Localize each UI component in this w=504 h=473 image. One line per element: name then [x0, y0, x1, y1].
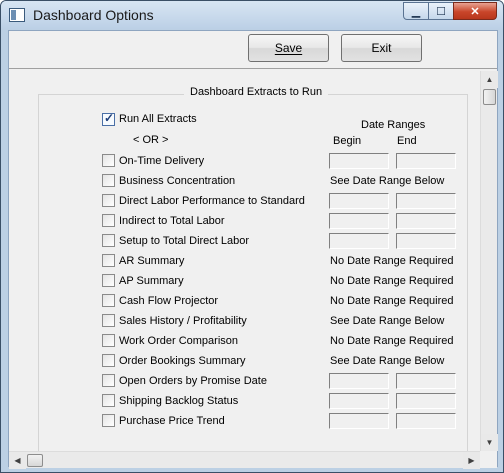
scroll-left-icon[interactable]: ◀ — [9, 452, 26, 469]
vertical-scrollbar[interactable]: ▲ ▼ — [480, 71, 498, 451]
exit-button[interactable]: Exit — [341, 34, 422, 62]
extract-label: Business Concentration — [119, 175, 236, 187]
toolbar-divider — [9, 68, 497, 69]
horizontal-scrollbar[interactable]: ◀ ▶ — [9, 451, 480, 469]
extract-checkbox[interactable] — [102, 174, 115, 187]
extract-checkbox[interactable] — [102, 394, 115, 407]
end-date-field[interactable] — [396, 413, 456, 429]
end-date-field[interactable] — [396, 373, 456, 389]
begin-date-field[interactable] — [329, 153, 389, 169]
extract-label: AP Summary — [119, 275, 184, 287]
extract-label: On-Time Delivery — [119, 155, 205, 167]
extract-checkbox[interactable] — [102, 154, 115, 167]
extract-label: Order Bookings Summary — [119, 355, 246, 367]
end-column-label: End — [397, 135, 417, 147]
client-area: Save Exit Dashboard Extracts to Run Run … — [8, 30, 498, 469]
scroll-up-icon[interactable]: ▲ — [481, 71, 498, 88]
scroll-corner — [480, 451, 497, 468]
vertical-scroll-thumb[interactable] — [483, 89, 496, 105]
extract-label: Sales History / Profitability — [119, 315, 247, 327]
extract-label: Work Order Comparison — [119, 335, 238, 347]
window-title: Dashboard Options — [33, 7, 154, 23]
or-separator: < OR > — [133, 134, 169, 146]
extract-checkbox[interactable] — [102, 234, 115, 247]
end-date-field[interactable] — [396, 193, 456, 209]
scroll-right-icon[interactable]: ▶ — [463, 452, 480, 469]
extract-checkbox[interactable] — [102, 194, 115, 207]
group-title: Dashboard Extracts to Run — [184, 83, 329, 101]
begin-date-field[interactable] — [329, 193, 389, 209]
begin-column-label: Begin — [333, 135, 362, 147]
save-button[interactable]: Save — [248, 34, 329, 62]
begin-date-field[interactable] — [329, 233, 389, 249]
extract-label: Open Orders by Promise Date — [119, 375, 267, 387]
run-all-checkbox[interactable] — [102, 111, 115, 126]
extract-label: Cash Flow Projector — [119, 295, 219, 307]
minimize-icon[interactable]: ▁ — [403, 2, 429, 20]
scroll-down-icon[interactable]: ▼ — [481, 434, 498, 451]
extract-checkbox[interactable] — [102, 414, 115, 427]
end-date-field[interactable] — [396, 153, 456, 169]
end-date-field[interactable] — [396, 213, 456, 229]
extract-checkbox[interactable] — [102, 274, 115, 287]
window-controls: ▁ ☐ ✕ — [403, 2, 497, 21]
app-window-icon — [9, 8, 25, 22]
extract-checkbox[interactable] — [102, 334, 115, 347]
exit-button-label: Exit — [371, 41, 392, 55]
extract-label: Direct Labor Performance to Standard — [119, 195, 305, 207]
begin-date-field[interactable] — [329, 213, 389, 229]
toolbar: Save Exit — [9, 31, 497, 70]
date-range-note: See Date Range Below — [330, 355, 445, 367]
extract-label: Purchase Price Trend — [119, 415, 225, 427]
extract-checkbox[interactable] — [102, 254, 115, 267]
extract-checkbox[interactable] — [102, 354, 115, 367]
close-icon[interactable]: ✕ — [453, 2, 497, 20]
date-range-note: No Date Range Required — [330, 295, 454, 307]
date-range-note: No Date Range Required — [330, 255, 454, 267]
extract-label: Shipping Backlog Status — [119, 395, 239, 407]
end-date-field[interactable] — [396, 233, 456, 249]
date-range-note: See Date Range Below — [330, 315, 445, 327]
horizontal-scroll-thumb[interactable] — [27, 454, 43, 467]
date-ranges-heading: Date Ranges — [361, 119, 426, 131]
extract-label: Indirect to Total Labor — [119, 215, 225, 227]
extract-label: AR Summary — [119, 255, 185, 267]
begin-date-field[interactable] — [329, 393, 389, 409]
save-button-label: Save — [274, 41, 303, 55]
date-range-note: See Date Range Below — [330, 175, 445, 187]
dashboard-options-window: Dashboard Options ▁ ☐ ✕ Save Exit Dashbo… — [0, 0, 504, 473]
extract-checkbox[interactable] — [102, 214, 115, 227]
date-range-note: No Date Range Required — [330, 275, 454, 287]
end-date-field[interactable] — [396, 393, 456, 409]
extract-label: Setup to Total Direct Labor — [119, 235, 250, 247]
extract-checkbox[interactable] — [102, 314, 115, 327]
begin-date-field[interactable] — [329, 413, 389, 429]
extract-checkbox[interactable] — [102, 294, 115, 307]
extract-checkbox[interactable] — [102, 374, 115, 387]
run-all-label: Run All Extracts — [119, 113, 197, 125]
title-bar[interactable]: Dashboard Options ▁ ☐ ✕ — [1, 1, 503, 29]
date-range-note: No Date Range Required — [330, 335, 454, 347]
maximize-icon[interactable]: ☐ — [428, 2, 454, 20]
begin-date-field[interactable] — [329, 373, 389, 389]
